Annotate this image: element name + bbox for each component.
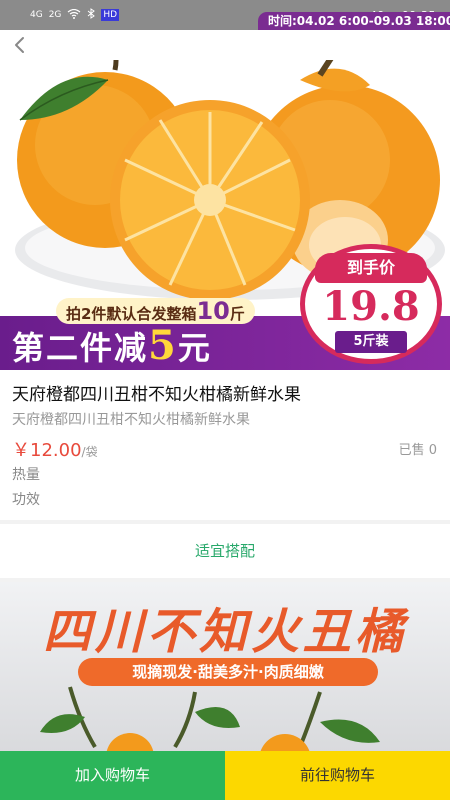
status-left: 4G 2G HD [30,8,120,22]
price-badge-unit: 5斤装 [335,331,407,353]
price-badge-label: 到手价 [315,253,427,283]
product-price: ￥12.00/袋 [12,436,98,462]
product-subtitle: 天府橙都四川丑柑不知火柑橘新鲜水果 [12,412,250,428]
wifi-icon [67,8,81,22]
signal-icon: 4G [30,10,43,20]
promo-time-banner: 时间:04.02 6:00-09.03 18:00 [258,12,450,30]
add-to-cart-button[interactable]: 加入购物车 [0,751,225,800]
bluetooth-icon [87,8,96,22]
product-title: 天府橙都四川丑柑不知火柑橘新鲜水果 [12,385,301,405]
promo-headline-suffix: 元 [177,329,212,367]
promo-bundle-number: 10 [196,297,230,325]
price-badge-value: 19.8 [322,283,420,330]
status-badge: HD [101,9,120,21]
product-info: 天府橙都四川丑柑不知火柑橘新鲜水果 天府橙都四川丑柑不知火柑橘新鲜水果 ￥12.… [0,370,450,520]
suitable-pairing-label: 适宜搭配 [194,542,255,560]
go-to-cart-button[interactable]: 前往购物车 [225,751,450,800]
promo-bundle-note: 拍2件默认合发整箱10斤 [56,298,255,324]
promo-headline-number: 5 [148,322,178,369]
sold-count: 已售 0 [398,443,437,458]
product-hero-image: 拍2件默认合发整箱10斤 第二件减5元 到手价 19.8 5斤装 [0,60,450,370]
promo-bundle-prefix: 拍2件默认合发整箱 [66,305,197,323]
promo-headline-prefix: 第二件减 [12,329,149,367]
promo-bundle-suffix: 斤 [229,305,245,323]
suitable-pairing-section[interactable]: 适宜搭配 [0,524,450,578]
bottom-action-bar: 加入购物车 前往购物车 [0,751,450,800]
price-badge: 到手价 19.8 5斤装 [300,244,442,364]
product-price-unit: /袋 [81,445,98,459]
attr-calories: 热量 [12,467,40,483]
oranges-on-branch-illustration [40,686,380,752]
attr-efficacy: 功效 [12,492,40,508]
app-bar [0,30,450,60]
promo-headline: 第二件减5元 [12,322,212,369]
signal-icon: 2G [48,10,62,20]
back-arrow-icon[interactable] [8,32,32,58]
product-price-value: ￥12.00 [12,440,82,461]
status-bar: 4G 2G HD 49 ◢ 09:35 时间:04.02 6:00-09.03 … [0,0,450,30]
product-detail-image: 四川不知火丑橘 现摘现发·甜美多汁·肉质细嫩 [0,582,450,752]
